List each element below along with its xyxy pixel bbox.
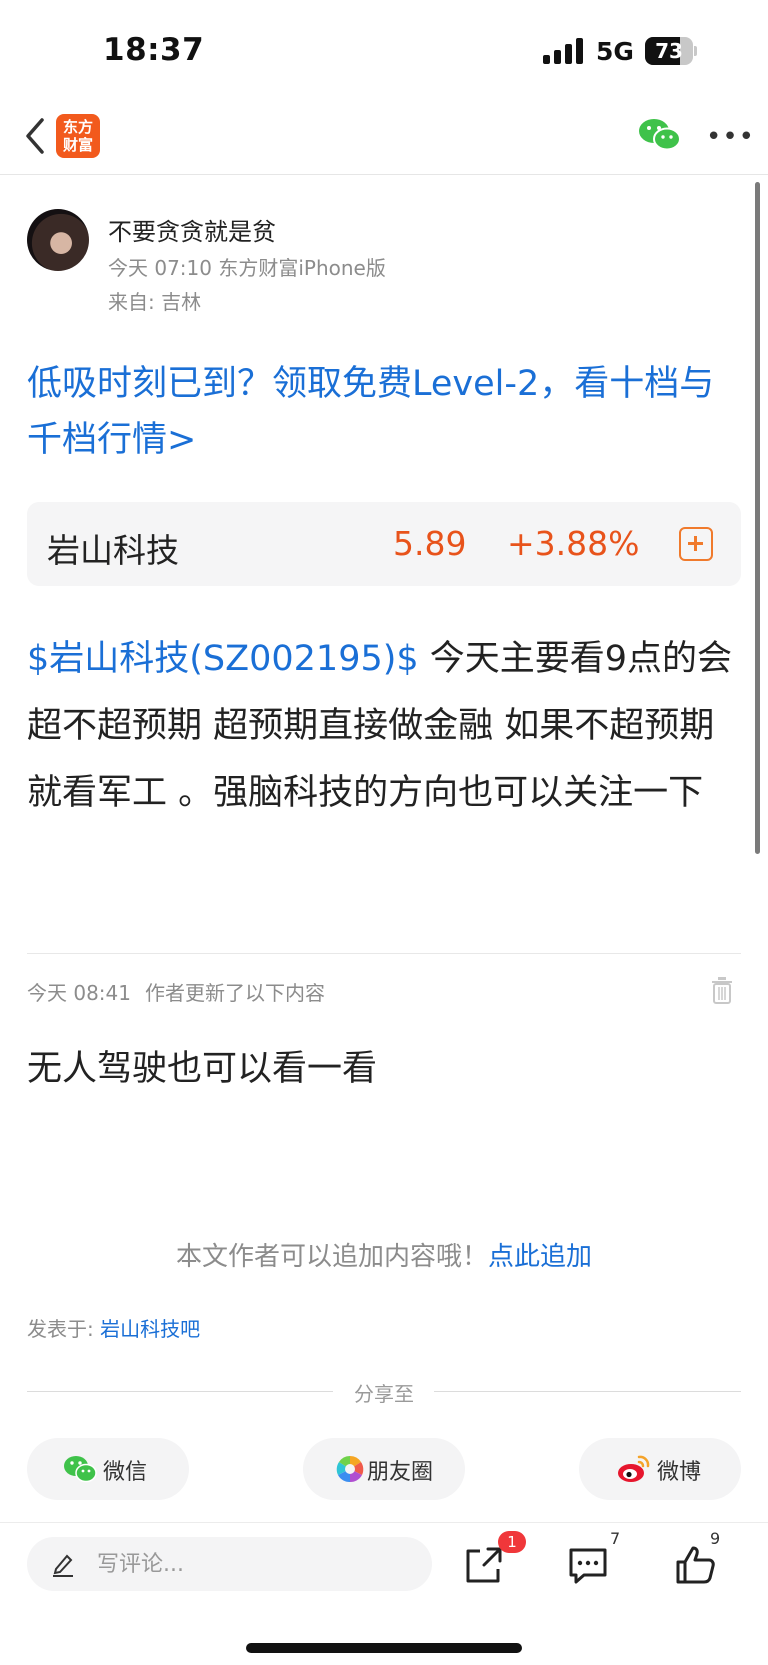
stock-tag-link[interactable]: $岩山科技(SZ002195)$ bbox=[27, 639, 419, 679]
stock-change: +3.88% bbox=[507, 524, 640, 563]
comment-box[interactable] bbox=[27, 1537, 432, 1591]
stock-bar-link[interactable]: 岩山科技吧 bbox=[100, 1317, 200, 1341]
post-body: $岩山科技(SZ002195)$ 今天主要看9点的会超不超预期 超预期直接做金融… bbox=[27, 626, 737, 827]
scrollbar[interactable] bbox=[755, 182, 760, 854]
moments-icon bbox=[336, 1455, 364, 1483]
avatar[interactable] bbox=[27, 209, 89, 271]
battery-level: 73 bbox=[655, 39, 683, 63]
level2-promo-link[interactable]: 低吸时刻已到？领取免费Level-2，看十档与千档行情> bbox=[27, 356, 727, 468]
update-label: 作者更新了以下内容 bbox=[145, 981, 325, 1005]
stock-price: 5.89 bbox=[393, 524, 467, 563]
wechat-icon bbox=[64, 1456, 97, 1483]
divider bbox=[27, 953, 741, 954]
share-badge: 1 bbox=[498, 1531, 526, 1553]
share-moments-label: 朋友圈 bbox=[367, 1460, 434, 1485]
share-wechat-label: 微信 bbox=[103, 1460, 148, 1485]
bottom-bar: 1 7 9 bbox=[0, 1522, 768, 1665]
pen-icon bbox=[53, 1554, 73, 1577]
share-weibo-label: 微博 bbox=[657, 1460, 702, 1485]
append-note-text: 本文作者可以追加内容哦！ bbox=[175, 1242, 488, 1272]
battery-icon: 73 bbox=[645, 37, 697, 65]
status-bar: 18:37 5G 73 bbox=[0, 0, 768, 100]
wechat-share-icon[interactable] bbox=[638, 116, 682, 154]
comment-icon[interactable] bbox=[566, 1543, 610, 1587]
home-indicator[interactable] bbox=[246, 1643, 522, 1653]
stock-card[interactable]: 岩山科技 5.89 +3.88% bbox=[27, 502, 741, 586]
update-time: 今天 08:41 bbox=[27, 981, 131, 1005]
posted-in-label: 发表于: bbox=[27, 1317, 101, 1341]
share-title: 分享至 bbox=[354, 1382, 414, 1406]
status-time: 18:37 bbox=[103, 32, 205, 68]
author-name[interactable]: 不要贪贪就是贫 bbox=[108, 212, 276, 247]
weibo-icon bbox=[618, 1455, 650, 1482]
nav-bar: 东方 财富 ••• bbox=[0, 100, 768, 175]
trash-icon[interactable] bbox=[711, 976, 733, 1004]
append-link[interactable]: 点此追加 bbox=[488, 1242, 592, 1272]
network-type: 5G bbox=[596, 37, 634, 66]
comment-count: 7 bbox=[610, 1529, 621, 1548]
add-watchlist-icon[interactable] bbox=[679, 527, 713, 561]
append-note: 本文作者可以追加内容哦！点此追加 bbox=[0, 1236, 768, 1273]
more-icon[interactable]: ••• bbox=[706, 122, 754, 152]
back-icon[interactable] bbox=[22, 114, 52, 158]
post-meta: 今天 07:10 东方财富iPhone版 bbox=[108, 256, 386, 280]
share-icon[interactable] bbox=[462, 1543, 506, 1587]
like-icon[interactable] bbox=[674, 1543, 718, 1587]
post-location: 来自: 吉林 bbox=[108, 290, 202, 314]
update-meta: 今天 08:41 作者更新了以下内容 bbox=[27, 977, 339, 1006]
like-count: 9 bbox=[710, 1529, 721, 1548]
share-moments-button[interactable]: 朋友圈 bbox=[303, 1438, 465, 1500]
posted-in: 发表于: 岩山科技吧 bbox=[27, 1313, 200, 1342]
share-wechat-button[interactable]: 微信 bbox=[27, 1438, 189, 1500]
app-logo[interactable]: 东方 财富 bbox=[56, 114, 100, 158]
signal-icon bbox=[543, 38, 585, 64]
stock-name: 岩山科技 bbox=[47, 531, 179, 570]
update-body: 无人驾驶也可以看一看 bbox=[27, 1049, 378, 1089]
comment-input[interactable] bbox=[97, 1537, 417, 1591]
share-weibo-button[interactable]: 微博 bbox=[579, 1438, 741, 1500]
